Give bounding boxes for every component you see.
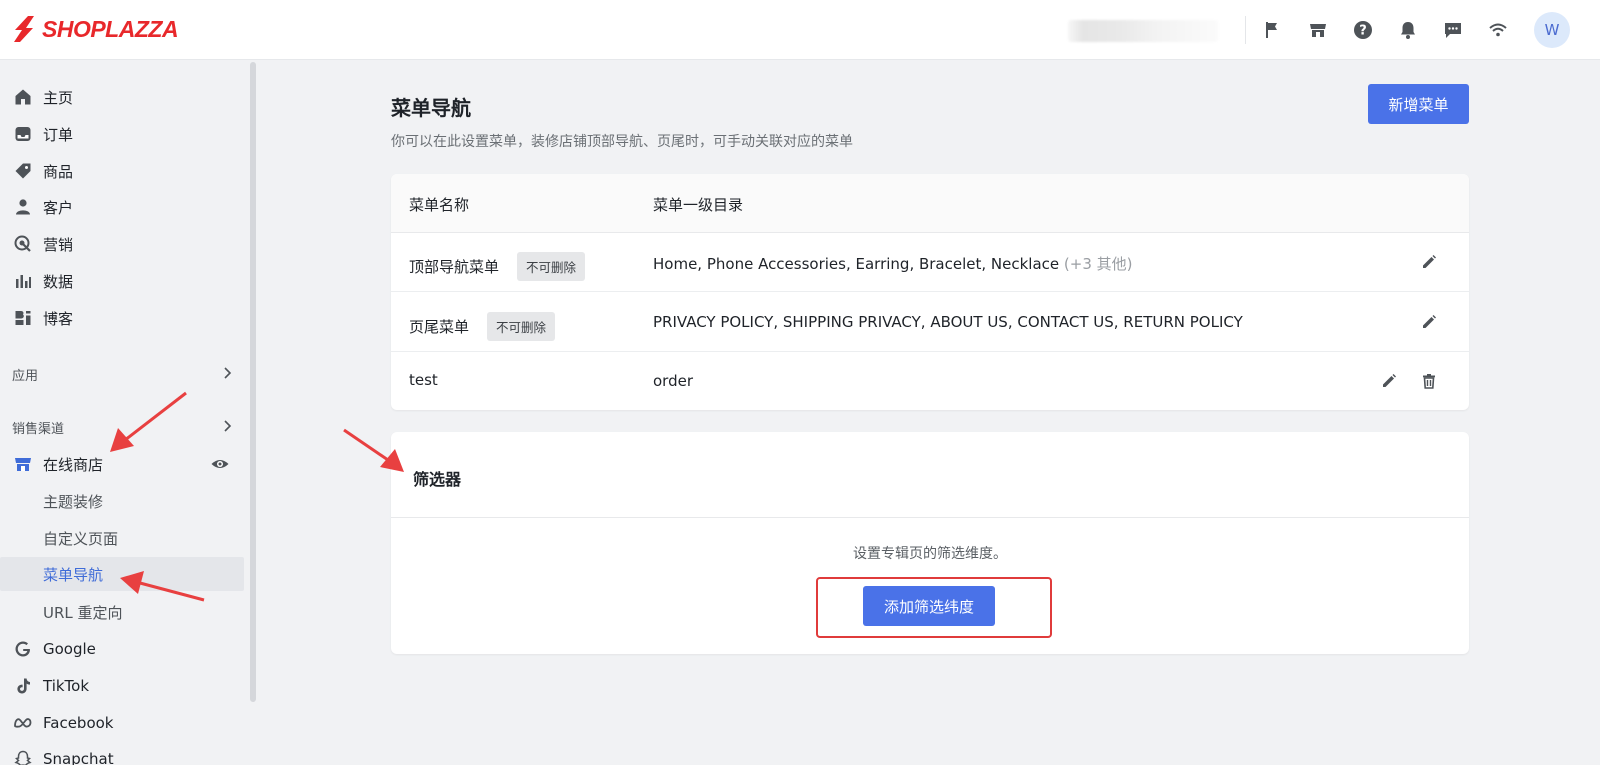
message-icon[interactable] bbox=[1441, 18, 1465, 42]
delete-icon[interactable] bbox=[1418, 370, 1440, 392]
menu-items-cell: order bbox=[653, 372, 693, 390]
sidebar-item-analytics[interactable]: 数据 bbox=[0, 264, 244, 298]
table-row[interactable]: test order bbox=[391, 352, 1469, 410]
bell-icon[interactable] bbox=[1396, 18, 1420, 42]
sidebar-item-tiktok[interactable]: TikTok bbox=[0, 669, 244, 703]
sidebar-item-label: Facebook bbox=[43, 714, 114, 732]
menu-items: Home, Phone Accessories, Earring, Bracel… bbox=[653, 255, 1060, 273]
sidebar-item-label: 客户 bbox=[43, 198, 74, 217]
menu-name: 页尾菜单 bbox=[409, 318, 470, 336]
target-icon bbox=[13, 234, 33, 254]
sidebar-section-apps[interactable]: 应用 bbox=[12, 362, 244, 386]
sidebar-item-customers[interactable]: 客户 bbox=[0, 190, 244, 224]
sidebar-item-orders[interactable]: 订单 bbox=[0, 117, 244, 151]
menu-table: 菜单名称 菜单一级目录 顶部导航菜单 不可删除 Home, Phone Acce… bbox=[391, 174, 1469, 410]
add-menu-button[interactable]: 新增菜单 bbox=[1368, 84, 1469, 124]
sidebar-item-snapchat[interactable]: Snapchat bbox=[0, 742, 244, 765]
store-icon bbox=[13, 454, 33, 474]
chevron-right-icon bbox=[220, 419, 234, 437]
tiktok-icon bbox=[13, 676, 33, 696]
sidebar-subitem-custom-pages[interactable]: 自定义页面 bbox=[0, 521, 244, 555]
menu-items: PRIVACY POLICY, SHIPPING PRIVACY, ABOUT … bbox=[653, 313, 1243, 331]
sidebar-subitem-theme[interactable]: 主题装修 bbox=[0, 484, 244, 518]
user-avatar[interactable]: W bbox=[1534, 12, 1570, 48]
shoplazza-logo-icon bbox=[14, 16, 34, 42]
sidebar-item-google[interactable]: Google bbox=[0, 632, 244, 666]
top-bar: SHOPLAZZA ? W bbox=[0, 0, 1600, 60]
sidebar-item-facebook[interactable]: Facebook bbox=[0, 706, 244, 740]
person-icon bbox=[13, 197, 33, 217]
eye-icon[interactable] bbox=[210, 454, 230, 478]
table-header: 菜单名称 菜单一级目录 bbox=[391, 174, 1469, 233]
menu-name: 顶部导航菜单 bbox=[409, 258, 500, 276]
sidebar-item-label: 数据 bbox=[43, 272, 74, 291]
edit-icon[interactable] bbox=[1378, 370, 1400, 392]
sidebar-item-online-store[interactable]: 在线商店 bbox=[0, 447, 244, 481]
help-icon[interactable]: ? bbox=[1351, 18, 1375, 42]
sidebar-item-home[interactable]: 主页 bbox=[0, 80, 244, 114]
inbox-icon bbox=[13, 124, 33, 144]
svg-text:?: ? bbox=[1359, 24, 1367, 39]
wifi-icon[interactable] bbox=[1486, 18, 1510, 42]
menu-name: test bbox=[409, 371, 438, 389]
google-icon bbox=[13, 639, 33, 659]
sidebar-item-products[interactable]: 商品 bbox=[0, 154, 244, 188]
sidebar-item-blog[interactable]: 博客 bbox=[0, 301, 244, 335]
blog-icon bbox=[13, 308, 33, 328]
table-row[interactable]: 页尾菜单 不可删除 PRIVACY POLICY, SHIPPING PRIVA… bbox=[391, 293, 1469, 352]
sidebar-item-label: 订单 bbox=[43, 125, 74, 144]
header-divider bbox=[1245, 16, 1246, 44]
sidebar-item-label: 主页 bbox=[43, 88, 74, 107]
page-subtitle: 你可以在此设置菜单，装修店铺顶部导航、页尾时，可手动关联对应的菜单 bbox=[391, 134, 853, 150]
filter-title: 筛选器 bbox=[413, 470, 462, 489]
undeletable-badge: 不可删除 bbox=[517, 252, 586, 281]
brand-logo[interactable]: SHOPLAZZA bbox=[12, 14, 179, 44]
sidebar-subitem-label: 主题装修 bbox=[43, 492, 104, 511]
meta-icon bbox=[13, 713, 33, 733]
sidebar-section-channels[interactable]: 销售渠道 bbox=[12, 415, 244, 439]
more-items-count: (+3 其他) bbox=[1063, 255, 1133, 273]
column-header-name: 菜单名称 bbox=[409, 196, 470, 214]
sidebar-item-label: 博客 bbox=[43, 309, 74, 328]
sidebar-subitem-label: 自定义页面 bbox=[43, 529, 119, 548]
edit-icon[interactable] bbox=[1418, 311, 1440, 333]
menu-items: order bbox=[653, 372, 693, 390]
highlight-box bbox=[816, 577, 1052, 638]
brand-name: SHOPLAZZA bbox=[42, 15, 179, 42]
sidebar-item-marketing[interactable]: 营销 bbox=[0, 227, 244, 261]
chevron-right-icon bbox=[220, 366, 234, 384]
store-name-redacted bbox=[1068, 20, 1218, 42]
edit-icon[interactable] bbox=[1418, 251, 1440, 273]
section-label: 销售渠道 bbox=[12, 421, 65, 437]
tag-icon bbox=[13, 161, 33, 181]
snapchat-icon bbox=[13, 749, 33, 765]
flag-icon[interactable] bbox=[1261, 18, 1285, 42]
filter-description: 设置专辑页的筛选维度。 bbox=[853, 546, 1007, 562]
sidebar-item-label: 在线商店 bbox=[43, 455, 104, 474]
home-icon bbox=[13, 87, 33, 107]
sidebar-subitem-url-redirect[interactable]: URL 重定向 bbox=[0, 595, 244, 629]
section-label: 应用 bbox=[12, 368, 39, 384]
sidebar-item-label: 商品 bbox=[43, 162, 74, 181]
sidebar-item-label: TikTok bbox=[43, 677, 90, 695]
sidebar-scrollbar[interactable] bbox=[250, 62, 256, 702]
menu-items-cell: Home, Phone Accessories, Earring, Bracel… bbox=[653, 253, 1133, 274]
sidebar-subitem-label: URL 重定向 bbox=[43, 603, 123, 622]
table-row[interactable]: 顶部导航菜单 不可删除 Home, Phone Accessories, Ear… bbox=[391, 233, 1469, 292]
page-title: 菜单导航 bbox=[391, 96, 471, 120]
store-icon[interactable] bbox=[1306, 18, 1330, 42]
undeletable-badge: 不可删除 bbox=[487, 312, 556, 341]
bar-chart-icon bbox=[13, 271, 33, 291]
sidebar-item-label: Google bbox=[43, 640, 96, 658]
column-header-items: 菜单一级目录 bbox=[653, 196, 744, 214]
menu-items-cell: PRIVACY POLICY, SHIPPING PRIVACY, ABOUT … bbox=[653, 313, 1243, 331]
sidebar-subitem-label: 菜单导航 bbox=[43, 565, 104, 584]
sidebar-item-label: 营销 bbox=[43, 235, 74, 254]
sidebar-item-label: Snapchat bbox=[43, 750, 114, 765]
sidebar-subitem-menu-navigation[interactable]: 菜单导航 bbox=[0, 557, 244, 591]
filter-divider bbox=[391, 517, 1469, 518]
